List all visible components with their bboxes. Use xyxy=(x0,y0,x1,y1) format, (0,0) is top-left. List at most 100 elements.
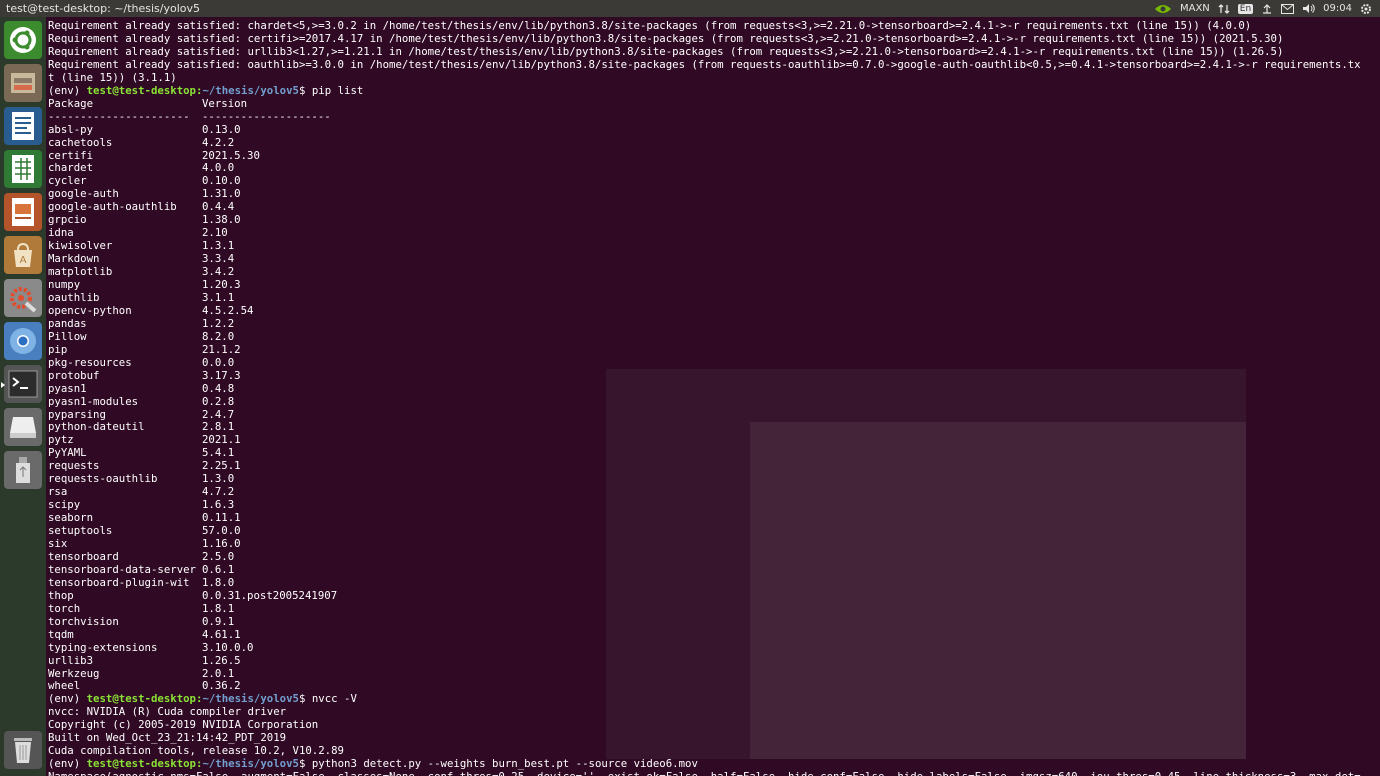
package-row-name: torchvision xyxy=(48,614,119,628)
package-row-name: kiwisolver xyxy=(48,239,113,253)
nvidia-icon[interactable] xyxy=(1154,3,1172,15)
package-row-version: 2021.5.30 xyxy=(202,148,260,162)
package-row-version: 0.0.31.post2005241907 xyxy=(202,588,338,602)
package-row-version: 3.3.4 xyxy=(202,252,235,266)
gear-icon[interactable] xyxy=(1360,3,1372,15)
command-text: python3 detect.py --weights burn_best.pt… xyxy=(311,757,698,771)
package-row-name: pyasn1-modules xyxy=(48,394,139,408)
volume-icon[interactable] xyxy=(1302,3,1315,14)
package-row-name: thop xyxy=(48,588,74,602)
package-row-version: 1.6.3 xyxy=(202,498,235,512)
package-row-name: cachetools xyxy=(48,135,113,149)
terminal-window[interactable]: Requirement already satisfied: chardet<5… xyxy=(46,17,1380,776)
package-row-version: 2.10 xyxy=(202,226,228,240)
package-row-name: protobuf xyxy=(48,368,100,382)
package-row-version: 2.5.0 xyxy=(202,549,235,563)
clock[interactable]: 09:04 xyxy=(1323,3,1352,14)
package-row-version: 3.1.1 xyxy=(202,290,235,304)
package-row-name: grpcio xyxy=(48,213,87,227)
mail-icon[interactable] xyxy=(1281,3,1295,14)
system-settings-icon[interactable] xyxy=(4,279,42,317)
pip-install-output-line: Requirement already satisfied: chardet<5… xyxy=(48,19,1252,32)
package-row-name: certifi xyxy=(48,148,94,162)
prompt-env: (env) xyxy=(48,83,87,97)
network-icon[interactable] xyxy=(1261,3,1273,15)
prompt-env: (env) xyxy=(48,757,87,771)
calc-icon[interactable] xyxy=(4,150,42,188)
package-row-name: tensorboard-data-server xyxy=(48,562,196,576)
package-row-name: six xyxy=(48,537,68,550)
pip-list-command: (env) test@test-desktop:~/thesis/yolov5$… xyxy=(48,84,363,97)
unity-launcher: A xyxy=(0,17,46,776)
package-row-name: urllib3 xyxy=(48,653,94,667)
command-text: nvcc -V xyxy=(311,692,357,706)
package-row-name: pyasn1 xyxy=(48,381,87,395)
package-row-name: pkg-resources xyxy=(48,355,132,369)
pip-list-header-name: Package xyxy=(48,96,94,110)
package-row-name: chardet xyxy=(48,161,94,175)
package-row-version: 1.3.1 xyxy=(202,239,235,253)
package-row-version: 57.0.0 xyxy=(202,524,241,538)
prompt-symbol: $ xyxy=(298,83,312,97)
disk-icon[interactable] xyxy=(4,408,42,446)
package-row-name: Werkzeug xyxy=(48,666,100,680)
background-file-manager-pane xyxy=(750,422,1246,759)
package-row-version: 0.4.4 xyxy=(202,200,235,214)
package-row-version: 4.61.1 xyxy=(202,627,241,641)
system-tray: MAXN En 09:04 xyxy=(1154,3,1380,15)
package-row-version: 0.2.8 xyxy=(202,394,235,408)
package-row-name: rsa xyxy=(48,485,68,499)
package-row-name: matplotlib xyxy=(48,265,113,279)
package-row-version: 4.5.2.54 xyxy=(202,303,254,317)
package-row-name: PyYAML xyxy=(48,446,87,460)
package-row-version: 0.4.8 xyxy=(202,381,235,395)
nvcc-output-line: Cuda compilation tools, release 10.2, V1… xyxy=(48,744,344,758)
package-row-version: 4.7.2 xyxy=(202,485,235,499)
prompt-path: ~/thesis/yolov5 xyxy=(202,83,299,97)
pip-list-rule-version: -------------------- xyxy=(202,109,331,123)
file-manager-icon[interactable] xyxy=(4,64,42,102)
writer-icon[interactable] xyxy=(4,107,42,145)
package-row-name: python-dateutil xyxy=(48,420,145,434)
prompt-user: test@test-desktop xyxy=(86,83,196,97)
window-title: test@test-desktop: ~/thesis/yolov5 xyxy=(6,2,201,15)
nvcc-output-line: Copyright (c) 2005-2019 NVIDIA Corporati… xyxy=(48,718,319,732)
chromium-icon[interactable] xyxy=(4,322,42,360)
prompt-symbol: $ xyxy=(298,757,312,771)
software-center-icon[interactable]: A xyxy=(4,236,42,274)
package-row-name: idna xyxy=(48,226,74,240)
package-row-name: requests xyxy=(48,459,100,473)
pip-install-output-line: Requirement already satisfied: certifi>=… xyxy=(48,31,1284,45)
package-row-version: 2.8.1 xyxy=(202,420,235,434)
package-row-version: 0.13.0 xyxy=(202,122,241,136)
package-row-version: 21.1.2 xyxy=(202,342,241,356)
pip-install-output-line: Requirement already satisfied: oauthlib>… xyxy=(48,57,1361,71)
package-row-name: numpy xyxy=(48,278,81,291)
package-row-version: 2.4.7 xyxy=(202,407,235,421)
package-row-version: 1.8.1 xyxy=(202,601,235,615)
terminal-icon[interactable] xyxy=(1,365,42,403)
pip-list-rule-name: ---------------------- xyxy=(48,109,190,123)
package-row-version: 8.2.0 xyxy=(202,329,235,343)
usb-drive-icon[interactable] xyxy=(4,451,42,489)
package-row-name: google-auth xyxy=(48,187,119,201)
pip-install-output-line: Requirement already satisfied: urllib3<1… xyxy=(48,44,1284,58)
power-mode-label[interactable]: MAXN xyxy=(1180,3,1210,14)
impress-icon[interactable] xyxy=(4,193,42,231)
pip-list-header-version: Version xyxy=(202,96,248,110)
svg-text:A: A xyxy=(20,255,27,266)
package-row-version: 4.0.0 xyxy=(202,161,235,175)
trash-icon[interactable] xyxy=(4,731,42,769)
package-row-version: 0.6.1 xyxy=(202,562,235,576)
package-row-name: torch xyxy=(48,601,81,615)
detect-command: (env) test@test-desktop:~/thesis/yolov5$… xyxy=(48,757,698,770)
package-row-version: 3.17.3 xyxy=(202,368,241,382)
package-row-name: pandas xyxy=(48,316,87,330)
prompt-user: test@test-desktop xyxy=(86,757,196,771)
keyboard-language-indicator[interactable]: En xyxy=(1237,3,1254,14)
package-row-name: wheel xyxy=(48,679,81,693)
package-row-name: google-auth-oauthlib xyxy=(48,200,177,214)
ubuntu-dash-icon[interactable] xyxy=(4,21,42,59)
network-transfer-icon[interactable] xyxy=(1218,3,1230,15)
package-row-version: 0.11.1 xyxy=(202,511,241,525)
